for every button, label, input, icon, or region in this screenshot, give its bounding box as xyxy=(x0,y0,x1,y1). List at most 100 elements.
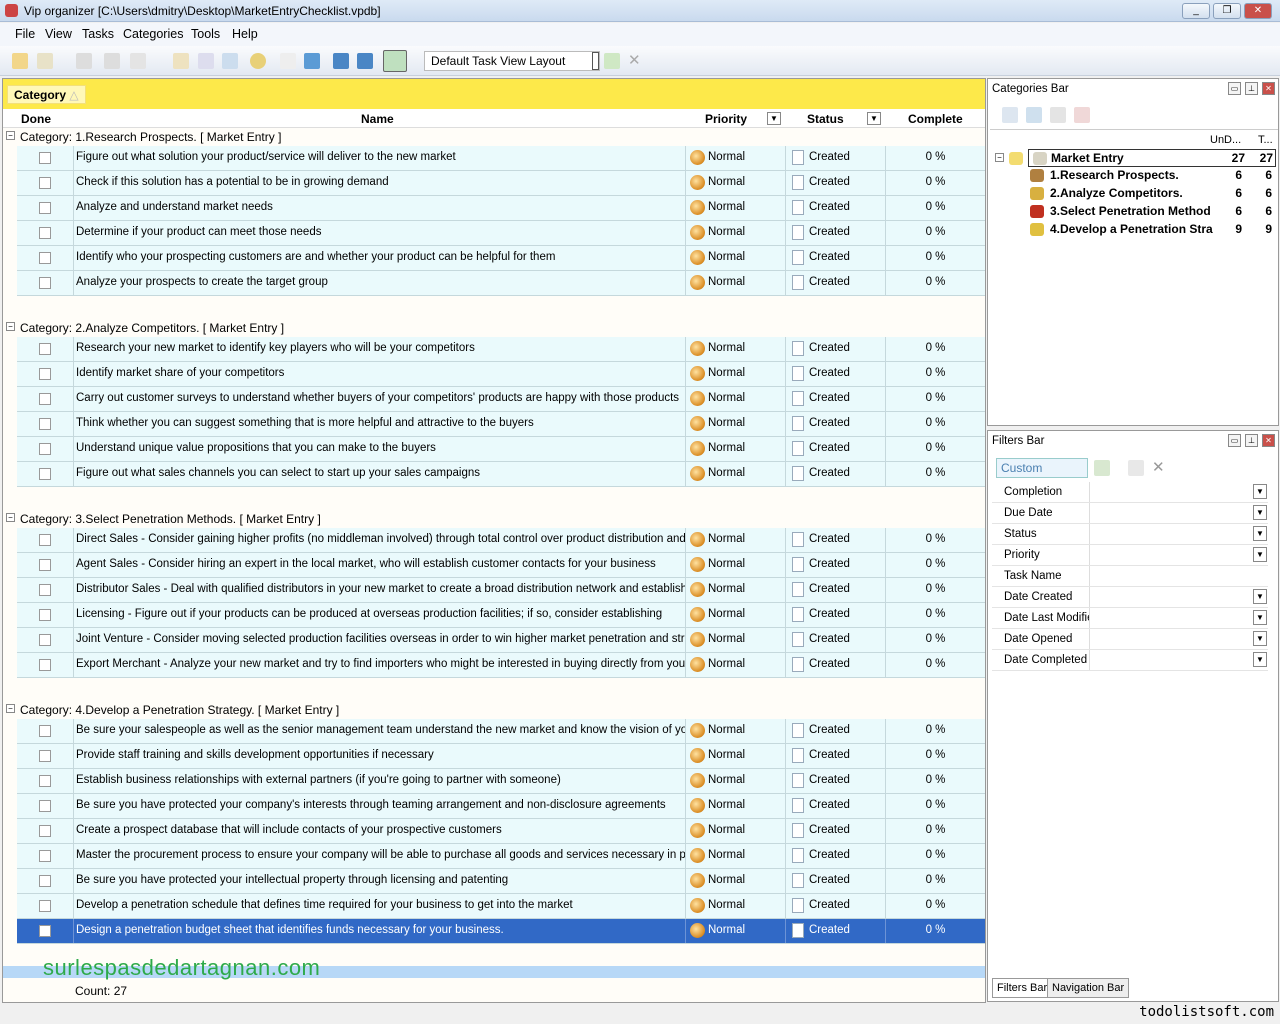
task-name[interactable]: Think whether you can suggest something … xyxy=(73,412,685,436)
category-group-row[interactable]: − Category: 4.Develop a Penetration Strat… xyxy=(3,701,985,719)
col-done[interactable]: Done xyxy=(21,112,51,126)
table-row[interactable]: Licensing - Figure out if your products … xyxy=(17,603,985,628)
filter-value[interactable]: ▼ xyxy=(1089,482,1268,502)
menu-tasks[interactable]: Tasks xyxy=(82,27,114,41)
priority-cell[interactable]: Normal xyxy=(685,221,785,245)
complete-value[interactable]: 0 % xyxy=(885,744,985,768)
task-name[interactable]: Check if this solution has a potential t… xyxy=(73,171,685,195)
status-cell[interactable]: Created xyxy=(785,221,885,245)
priority-filter-dropdown[interactable]: ▼ xyxy=(767,112,781,125)
close-button[interactable]: ✕ xyxy=(1244,3,1272,19)
filter-value[interactable]: ▼ xyxy=(1089,608,1268,628)
complete-value[interactable]: 0 % xyxy=(885,844,985,868)
col-status[interactable]: Status xyxy=(807,112,844,126)
filter-date-created[interactable]: Date Created ▼ xyxy=(992,587,1268,608)
float-icon[interactable]: ▭ xyxy=(1228,434,1241,447)
filter-value[interactable]: ▼ xyxy=(1089,587,1268,607)
task-name[interactable]: Figure out what sales channels you can s… xyxy=(73,462,685,486)
task-name[interactable]: Provide staff training and skills develo… xyxy=(73,744,685,768)
status-cell[interactable]: Created xyxy=(785,146,885,170)
collapse-icon[interactable]: − xyxy=(6,704,15,713)
chevron-down-icon[interactable]: ▼ xyxy=(1253,547,1267,562)
done-checkbox[interactable] xyxy=(39,800,51,812)
task-name[interactable]: Determine if your product can meet those… xyxy=(73,221,685,245)
save-icon[interactable] xyxy=(76,53,92,69)
tab-navigation-bar[interactable]: Navigation Bar xyxy=(1047,978,1130,998)
task-name[interactable]: Direct Sales - Consider gaining higher p… xyxy=(73,528,685,552)
col-complete[interactable]: Complete xyxy=(908,112,963,126)
task-name[interactable]: Develop a penetration schedule that defi… xyxy=(73,894,685,918)
table-row[interactable]: Provide staff training and skills develo… xyxy=(17,744,985,769)
complete-value[interactable]: 0 % xyxy=(885,719,985,743)
status-cell[interactable]: Created xyxy=(785,603,885,627)
delete-category-icon[interactable] xyxy=(1074,107,1090,123)
filter-value[interactable]: ▼ xyxy=(1089,545,1268,565)
done-checkbox[interactable] xyxy=(39,152,51,164)
table-row[interactable]: Identify who your prospecting customers … xyxy=(17,246,985,271)
filter-value[interactable]: ▼ xyxy=(1089,503,1268,523)
table-row[interactable]: Export Merchant - Analyze your new marke… xyxy=(17,653,985,678)
maximize-button[interactable]: ❐ xyxy=(1213,3,1241,19)
filter-status[interactable]: Status ▼ xyxy=(992,524,1268,545)
add-category-icon[interactable] xyxy=(1002,107,1018,123)
complete-value[interactable]: 0 % xyxy=(885,819,985,843)
priority-cell[interactable]: Normal xyxy=(685,196,785,220)
priority-cell[interactable]: Normal xyxy=(685,362,785,386)
task-name[interactable]: Understand unique value propositions tha… xyxy=(73,437,685,461)
table-row[interactable]: Joint Venture - Consider moving selected… xyxy=(17,628,985,653)
complete-value[interactable]: 0 % xyxy=(885,271,985,295)
priority-cell[interactable]: Normal xyxy=(685,794,785,818)
task-name[interactable]: Be sure you have protected your company'… xyxy=(73,794,685,818)
table-row[interactable]: Be sure you have protected your company'… xyxy=(17,794,985,819)
tree-item-category-4[interactable]: 4.Develop a Penetration Stra 9 9 xyxy=(990,221,1276,239)
done-checkbox[interactable] xyxy=(39,850,51,862)
table-row[interactable]: Check if this solution has a potential t… xyxy=(17,171,985,196)
status-cell[interactable]: Created xyxy=(785,437,885,461)
done-checkbox[interactable] xyxy=(39,900,51,912)
collapse-icon[interactable]: − xyxy=(6,322,15,331)
complete-value[interactable]: 0 % xyxy=(885,246,985,270)
task-name[interactable]: Figure out what solution your product/se… xyxy=(73,146,685,170)
export-icon[interactable] xyxy=(130,53,146,69)
status-cell[interactable]: Created xyxy=(785,271,885,295)
status-cell[interactable]: Created xyxy=(785,578,885,602)
menu-categories[interactable]: Categories xyxy=(123,27,183,41)
delete-layout-icon[interactable]: ✕ xyxy=(628,51,641,69)
table-row[interactable]: Develop a penetration schedule that defi… xyxy=(17,894,985,919)
priority-cell[interactable]: Normal xyxy=(685,603,785,627)
priority-cell[interactable]: Normal xyxy=(685,553,785,577)
task-name[interactable]: Joint Venture - Consider moving selected… xyxy=(73,628,685,652)
collapse-icon[interactable]: − xyxy=(6,131,15,140)
status-cell[interactable]: Created xyxy=(785,362,885,386)
status-cell[interactable]: Created xyxy=(785,744,885,768)
float-icon[interactable]: ▭ xyxy=(1228,82,1241,95)
task-name[interactable]: Be sure your salespeople as well as the … xyxy=(73,719,685,743)
done-checkbox[interactable] xyxy=(39,202,51,214)
table-row[interactable]: Research your new market to identify key… xyxy=(17,337,985,362)
priority-cell[interactable]: Normal xyxy=(685,769,785,793)
category-group-row[interactable]: − Category: 2.Analyze Competitors. [ Mark… xyxy=(3,319,985,337)
complete-value[interactable]: 0 % xyxy=(885,221,985,245)
complete-value[interactable]: 0 % xyxy=(885,462,985,486)
group-by-category-chip[interactable]: Category △ xyxy=(7,85,86,104)
status-cell[interactable]: Created xyxy=(785,769,885,793)
table-row[interactable]: Figure out what sales channels you can s… xyxy=(17,462,985,487)
category-group-row[interactable]: − Category: 1.Research Prospects. [ Marke… xyxy=(3,128,985,146)
filter-date-opened[interactable]: Date Opened ▼ xyxy=(992,629,1268,650)
pin-icon[interactable]: ⊥ xyxy=(1245,82,1258,95)
minimize-button[interactable]: _ xyxy=(1182,3,1210,19)
complete-value[interactable]: 0 % xyxy=(885,869,985,893)
status-cell[interactable]: Created xyxy=(785,628,885,652)
table-row[interactable]: Direct Sales - Consider gaining higher p… xyxy=(17,528,985,553)
menu-tools[interactable]: Tools xyxy=(191,27,220,41)
close-panel-icon[interactable]: ✕ xyxy=(1262,434,1275,447)
status-cell[interactable]: Created xyxy=(785,653,885,677)
complete-value[interactable]: 0 % xyxy=(885,628,985,652)
task-name[interactable]: Identify market share of your competitor… xyxy=(73,362,685,386)
complete-value[interactable]: 0 % xyxy=(885,794,985,818)
task-name[interactable]: Establish business relationships with ex… xyxy=(73,769,685,793)
table-row[interactable]: Establish business relationships with ex… xyxy=(17,769,985,794)
tab-filters-bar[interactable]: Filters Bar xyxy=(992,978,1053,998)
complete-value[interactable]: 0 % xyxy=(885,919,985,943)
done-checkbox[interactable] xyxy=(39,177,51,189)
